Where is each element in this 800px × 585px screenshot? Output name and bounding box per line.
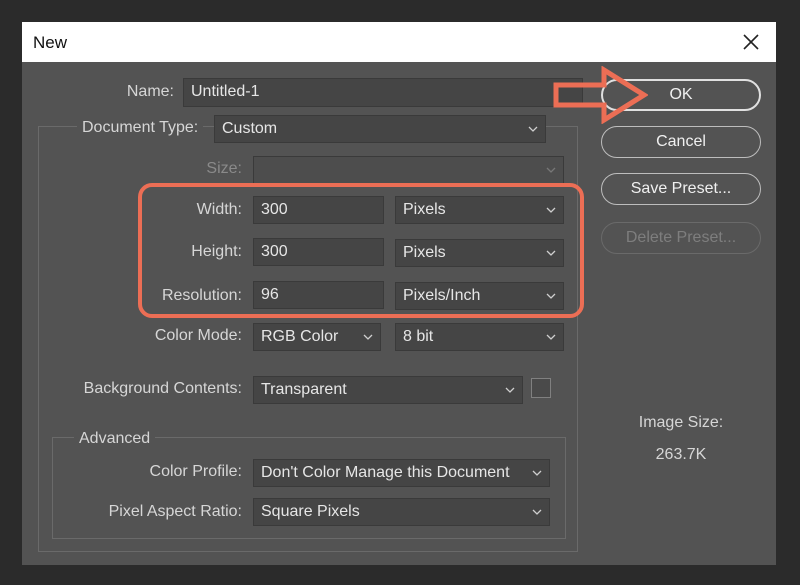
title-bar: New	[22, 22, 776, 62]
bit-depth-value: 8 bit	[403, 328, 434, 345]
color-mode-value: RGB Color	[261, 328, 339, 345]
size-label: Size:	[206, 160, 242, 177]
background-contents-value: Transparent	[261, 381, 347, 398]
chevron-down-icon	[363, 334, 373, 340]
pixel-aspect-ratio-label: Pixel Aspect Ratio:	[108, 503, 242, 520]
background-color-swatch[interactable]	[531, 378, 551, 398]
arrow-right-icon	[553, 66, 648, 124]
color-profile-select[interactable]: Don't Color Manage this Document	[253, 459, 550, 487]
pixel-aspect-ratio-value: Square Pixels	[261, 503, 360, 520]
chevron-down-icon	[528, 126, 538, 132]
image-size-label: Image Size:	[638, 414, 724, 431]
delete-preset-button: Delete Preset...	[601, 222, 761, 254]
background-contents-label: Background Contents:	[83, 380, 242, 397]
chevron-down-icon	[532, 470, 542, 476]
document-type-value: Custom	[222, 120, 278, 137]
window-title: New	[33, 33, 68, 52]
save-preset-button[interactable]: Save Preset...	[601, 173, 761, 205]
name-input[interactable]: Untitled-1	[183, 78, 583, 107]
color-profile-value: Don't Color Manage this Document	[261, 464, 510, 481]
color-profile-label: Color Profile:	[149, 463, 242, 480]
advanced-legend: Advanced	[74, 430, 156, 448]
chevron-down-icon	[546, 167, 556, 173]
cancel-button[interactable]: Cancel	[601, 126, 761, 158]
document-type-label: Document Type:	[77, 119, 204, 137]
name-label: Name:	[126, 83, 174, 100]
bit-depth-select[interactable]: 8 bit	[395, 323, 564, 351]
document-type-select[interactable]: Custom	[214, 115, 546, 143]
close-icon[interactable]	[738, 29, 764, 55]
chevron-down-icon	[532, 509, 542, 515]
background-contents-select[interactable]: Transparent	[253, 376, 523, 404]
pixel-aspect-ratio-select[interactable]: Square Pixels	[253, 498, 550, 526]
color-mode-select[interactable]: RGB Color	[253, 323, 381, 351]
image-size-value: 263.7K	[655, 446, 707, 463]
chevron-down-icon	[505, 387, 515, 393]
chevron-down-icon	[546, 334, 556, 340]
dimensions-highlight-box	[138, 183, 584, 318]
size-select	[253, 156, 564, 184]
new-document-dialog: New Name: Untitled-1 Document Type: Cust…	[22, 22, 776, 565]
color-mode-label: Color Mode:	[154, 327, 242, 344]
